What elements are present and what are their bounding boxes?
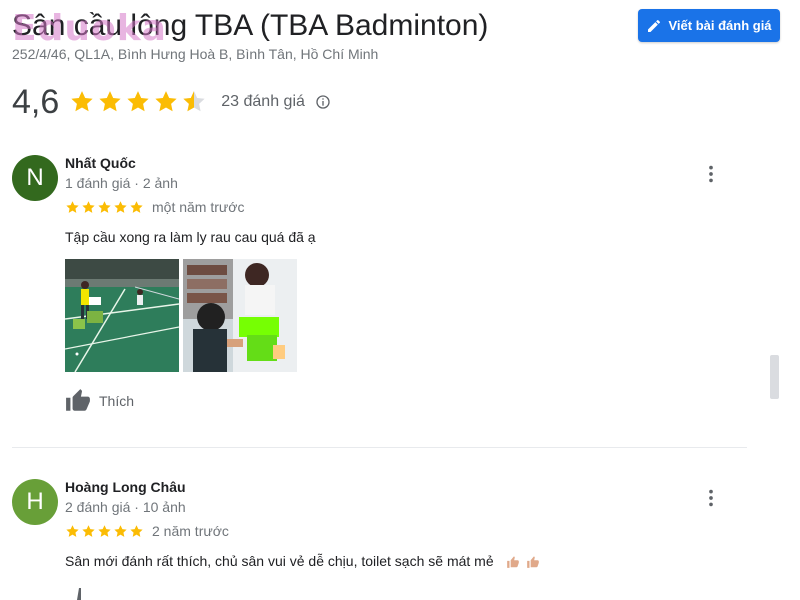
review-stars bbox=[65, 524, 144, 539]
half-star-icon bbox=[183, 91, 205, 112]
star-icon bbox=[66, 524, 79, 537]
review-time: 2 năm trước bbox=[152, 523, 229, 539]
reviewer-name[interactable]: Hoàng Long Châu bbox=[65, 479, 186, 495]
star-icon bbox=[82, 200, 95, 213]
scrollbar-thumb[interactable] bbox=[770, 355, 779, 399]
review-photos bbox=[65, 259, 297, 372]
review-text: Sân mới đánh rất thích, chủ sân vui vẻ d… bbox=[65, 553, 494, 569]
rating-value: 4,6 bbox=[12, 82, 60, 121]
thumbs-up-icon bbox=[66, 389, 90, 411]
more-vert-icon bbox=[709, 165, 713, 183]
badminton-court-photo[interactable] bbox=[65, 259, 179, 372]
review-rating: 2 năm trước bbox=[65, 523, 229, 539]
review-time: một năm trước bbox=[152, 199, 245, 215]
avatar[interactable]: H bbox=[12, 479, 58, 525]
star-icon bbox=[98, 524, 111, 537]
star-icon bbox=[127, 91, 149, 112]
review-rating: một năm trước bbox=[65, 199, 244, 215]
star-icon bbox=[99, 91, 121, 112]
rating-stars bbox=[69, 89, 207, 115]
like-button[interactable]: Thích bbox=[65, 388, 134, 414]
review-stars bbox=[65, 200, 144, 215]
star-icon bbox=[130, 200, 143, 213]
star-icon bbox=[82, 524, 95, 537]
review-divider bbox=[12, 447, 747, 448]
star-icon bbox=[98, 200, 111, 213]
star-icon bbox=[66, 200, 79, 213]
star-icon bbox=[130, 524, 143, 537]
thumbs-up-emoji-icon bbox=[506, 556, 519, 569]
players-resting-image bbox=[183, 259, 297, 372]
place-address: 252/4/46, QL1A, Bình Hưng Hoà B, Bình Tâ… bbox=[12, 46, 379, 62]
star-icon bbox=[155, 91, 177, 112]
write-review-label: Viết bài đánh giá bbox=[668, 18, 772, 33]
players-resting-photo[interactable] bbox=[183, 259, 297, 372]
more-vert-icon bbox=[709, 489, 713, 507]
star-icon bbox=[71, 91, 93, 112]
review-text: Tập cầu xong ra làm ly rau cau quá đã ạ bbox=[65, 229, 316, 245]
star-icon bbox=[114, 200, 127, 213]
info-icon[interactable] bbox=[315, 94, 331, 110]
rating-summary: 4,6 23 đánh giá bbox=[12, 80, 331, 124]
review-count[interactable]: 23 đánh giá bbox=[221, 93, 305, 111]
reviewer-meta: 1 đánh giá · 2 ảnh bbox=[65, 175, 178, 191]
reviewer-meta: 2 đánh giá · 10 ảnh bbox=[65, 499, 186, 515]
place-title: Sân cầu lông TBA (TBA Badminton) bbox=[12, 9, 489, 42]
thumbs-up-emoji-icon bbox=[526, 556, 539, 569]
star-icon bbox=[114, 524, 127, 537]
avatar[interactable]: N bbox=[12, 155, 58, 201]
more-options-button[interactable] bbox=[700, 163, 722, 185]
badminton-court-image bbox=[65, 259, 179, 372]
like-label: Thích bbox=[99, 393, 135, 409]
reviewer-name[interactable]: Nhất Quốc bbox=[65, 155, 136, 171]
more-options-button[interactable] bbox=[700, 487, 722, 509]
emoji-group bbox=[506, 555, 540, 569]
write-review-button[interactable]: Viết bài đánh giá bbox=[638, 9, 780, 42]
pencil-icon bbox=[648, 19, 661, 32]
thumbs-up-icon[interactable] bbox=[72, 588, 86, 600]
review-text-container: Sân mới đánh rất thích, chủ sân vui vẻ d… bbox=[65, 553, 540, 569]
